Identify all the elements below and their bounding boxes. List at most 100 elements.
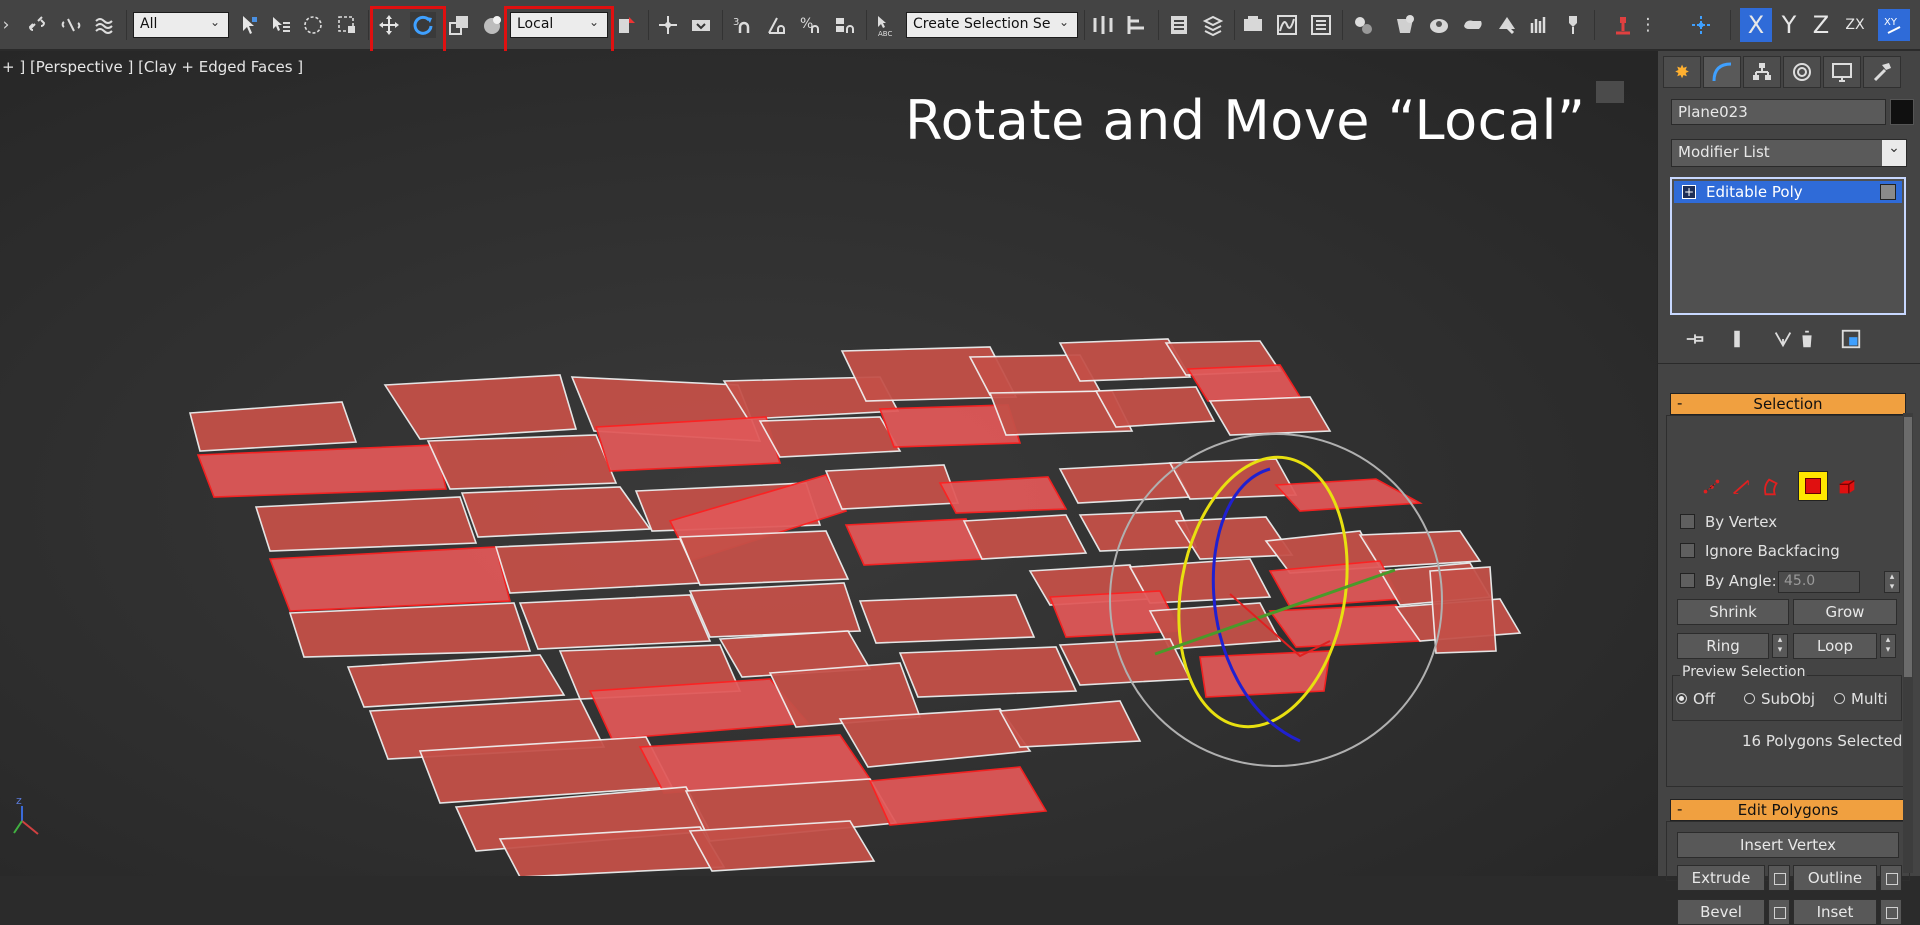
constrain-plane-button[interactable]: ZX: [1838, 8, 1872, 42]
extrude-settings-icon[interactable]: [1768, 865, 1790, 891]
selected-polygon[interactable]: [1186, 364, 1302, 402]
snap-options-icon[interactable]: [1688, 12, 1714, 38]
checkbox-box[interactable]: [1680, 514, 1695, 529]
snaps-toggle-icon[interactable]: 3: [730, 12, 756, 38]
tab-hierarchy[interactable]: [1743, 56, 1781, 88]
modifier-list-dropdown[interactable]: Modifier List ⌄: [1671, 139, 1907, 167]
spinner-snap-toggle-icon[interactable]: [832, 12, 858, 38]
remove-modifier-icon[interactable]: [1792, 325, 1822, 353]
polygon[interactable]: [678, 530, 850, 586]
bevel-settings-icon[interactable]: [1768, 899, 1790, 925]
preview-off-radio[interactable]: Off: [1676, 690, 1715, 708]
tab-modify[interactable]: [1703, 56, 1741, 88]
object-color-swatch[interactable]: [1890, 99, 1914, 125]
mirror-icon[interactable]: [1090, 12, 1116, 38]
render-setup-icon[interactable]: [1392, 12, 1418, 38]
object-name-field[interactable]: Plane023: [1671, 99, 1886, 125]
render-shortcut-icon[interactable]: [1560, 12, 1586, 38]
align-icon[interactable]: [1124, 12, 1150, 38]
element-level-icon[interactable]: [1834, 474, 1860, 500]
polygon[interactable]: [858, 594, 1036, 644]
polygon[interactable]: [1208, 396, 1332, 436]
ignore-backfacing-checkbox[interactable]: Ignore Backfacing: [1680, 542, 1840, 562]
bevel-button[interactable]: Bevel: [1677, 899, 1765, 925]
bind-to-space-warp-icon[interactable]: [92, 12, 118, 38]
angle-snap-toggle-icon[interactable]: [764, 12, 790, 38]
grow-button[interactable]: Grow: [1793, 599, 1897, 625]
tab-utilities[interactable]: [1863, 56, 1901, 88]
angle-value-field[interactable]: 45.0: [1778, 571, 1860, 593]
viewcube[interactable]: [1596, 81, 1624, 103]
scene-canvas[interactable]: z: [0, 51, 1657, 876]
tab-display[interactable]: [1823, 56, 1861, 88]
modifier-stack[interactable]: + Editable Poly: [1670, 177, 1906, 315]
stack-item-editable-poly[interactable]: + Editable Poly: [1674, 181, 1902, 203]
outline-button[interactable]: Outline: [1793, 865, 1877, 891]
vertex-level-icon[interactable]: [1698, 474, 1724, 500]
polygon[interactable]: [688, 820, 876, 872]
axis-constraints-icon[interactable]: [1610, 12, 1636, 38]
selected-polygon[interactable]: [196, 444, 447, 498]
keyboard-shortcut-override-icon[interactable]: [688, 12, 714, 38]
expand-plus-icon[interactable]: +: [1682, 185, 1696, 199]
border-level-icon[interactable]: [1758, 474, 1784, 500]
select-and-place-icon[interactable]: [480, 12, 506, 38]
radio-off[interactable]: [1744, 693, 1755, 704]
insert-vertex-button[interactable]: Insert Vertex: [1677, 832, 1899, 858]
polygon[interactable]: [824, 464, 960, 510]
inset-button[interactable]: Inset: [1793, 899, 1877, 925]
polygon[interactable]: [494, 538, 702, 594]
panel-scrollbar-thumb[interactable]: [1904, 417, 1912, 677]
constrain-z-button[interactable]: Z: [1806, 8, 1836, 42]
polygon[interactable]: [1094, 386, 1216, 428]
toolbar-handle-icon[interactable]: ⋮: [1640, 12, 1657, 38]
checkbox-box[interactable]: [1680, 543, 1695, 558]
polygon[interactable]: [1078, 510, 1198, 552]
radio-off[interactable]: [1834, 693, 1845, 704]
polygon[interactable]: [518, 594, 712, 650]
show-end-result-icon[interactable]: [1722, 325, 1752, 353]
polygon-level-icon[interactable]: [1798, 471, 1828, 501]
by-angle-checkbox[interactable]: By Angle:: [1680, 572, 1777, 592]
modifier-toggle-icon[interactable]: [1880, 184, 1896, 200]
selection-rollout-header[interactable]: - Selection: [1670, 393, 1906, 415]
edge-level-icon[interactable]: [1728, 474, 1754, 500]
edit-polygons-rollout-header[interactable]: - Edit Polygons: [1670, 799, 1906, 821]
loop-spinner[interactable]: ▴ ▾: [1880, 634, 1896, 658]
polygon[interactable]: [1168, 458, 1298, 500]
toolbar-overflow-icon[interactable]: ›: [0, 12, 12, 38]
polygon[interactable]: [254, 496, 478, 552]
polygon[interactable]: [426, 434, 618, 490]
outline-settings-icon[interactable]: [1880, 865, 1902, 891]
window-crossing-icon[interactable]: [334, 12, 360, 38]
perspective-viewport[interactable]: z + ] [Perspective ] [Clay + Edged Faces…: [0, 51, 1657, 876]
render-in-cloud-icon[interactable]: [1494, 12, 1520, 38]
toggle-layer-explorer-icon[interactable]: [1200, 12, 1226, 38]
select-by-name-icon[interactable]: [268, 12, 294, 38]
viewport-label[interactable]: + ] [Perspective ] [Clay + Edged Faces ]: [2, 58, 303, 76]
a360-gallery-icon[interactable]: [1526, 12, 1552, 38]
selection-filter-dropdown[interactable]: All ⌄: [133, 12, 229, 38]
rendered-frame-window-icon[interactable]: [1426, 12, 1452, 38]
ring-spinner[interactable]: ▴ ▾: [1772, 634, 1788, 658]
xform-gizmo-toggle-icon[interactable]: XY: [1878, 9, 1910, 41]
polygon[interactable]: [688, 582, 862, 638]
selection-region-icon[interactable]: [300, 12, 326, 38]
selected-polygon[interactable]: [844, 518, 986, 566]
polygon[interactable]: [1058, 638, 1192, 686]
inset-settings-icon[interactable]: [1880, 899, 1902, 925]
angle-spinner[interactable]: ▴ ▾: [1884, 571, 1900, 593]
select-and-link-icon[interactable]: [24, 12, 50, 38]
percent-snap-toggle-icon[interactable]: %: [798, 12, 824, 38]
selected-polygon[interactable]: [1268, 604, 1422, 648]
polygon[interactable]: [758, 416, 902, 458]
selected-polygon[interactable]: [594, 416, 782, 472]
ring-button[interactable]: Ring: [1677, 633, 1769, 659]
pin-stack-icon[interactable]: [1680, 325, 1710, 353]
toggle-ribbon-icon[interactable]: [1240, 12, 1266, 38]
extrude-button[interactable]: Extrude: [1677, 865, 1765, 891]
polygon[interactable]: [1058, 462, 1192, 504]
selected-polygon[interactable]: [268, 546, 512, 612]
render-production-icon[interactable]: [1460, 12, 1486, 38]
by-vertex-checkbox[interactable]: By Vertex: [1680, 513, 1777, 533]
